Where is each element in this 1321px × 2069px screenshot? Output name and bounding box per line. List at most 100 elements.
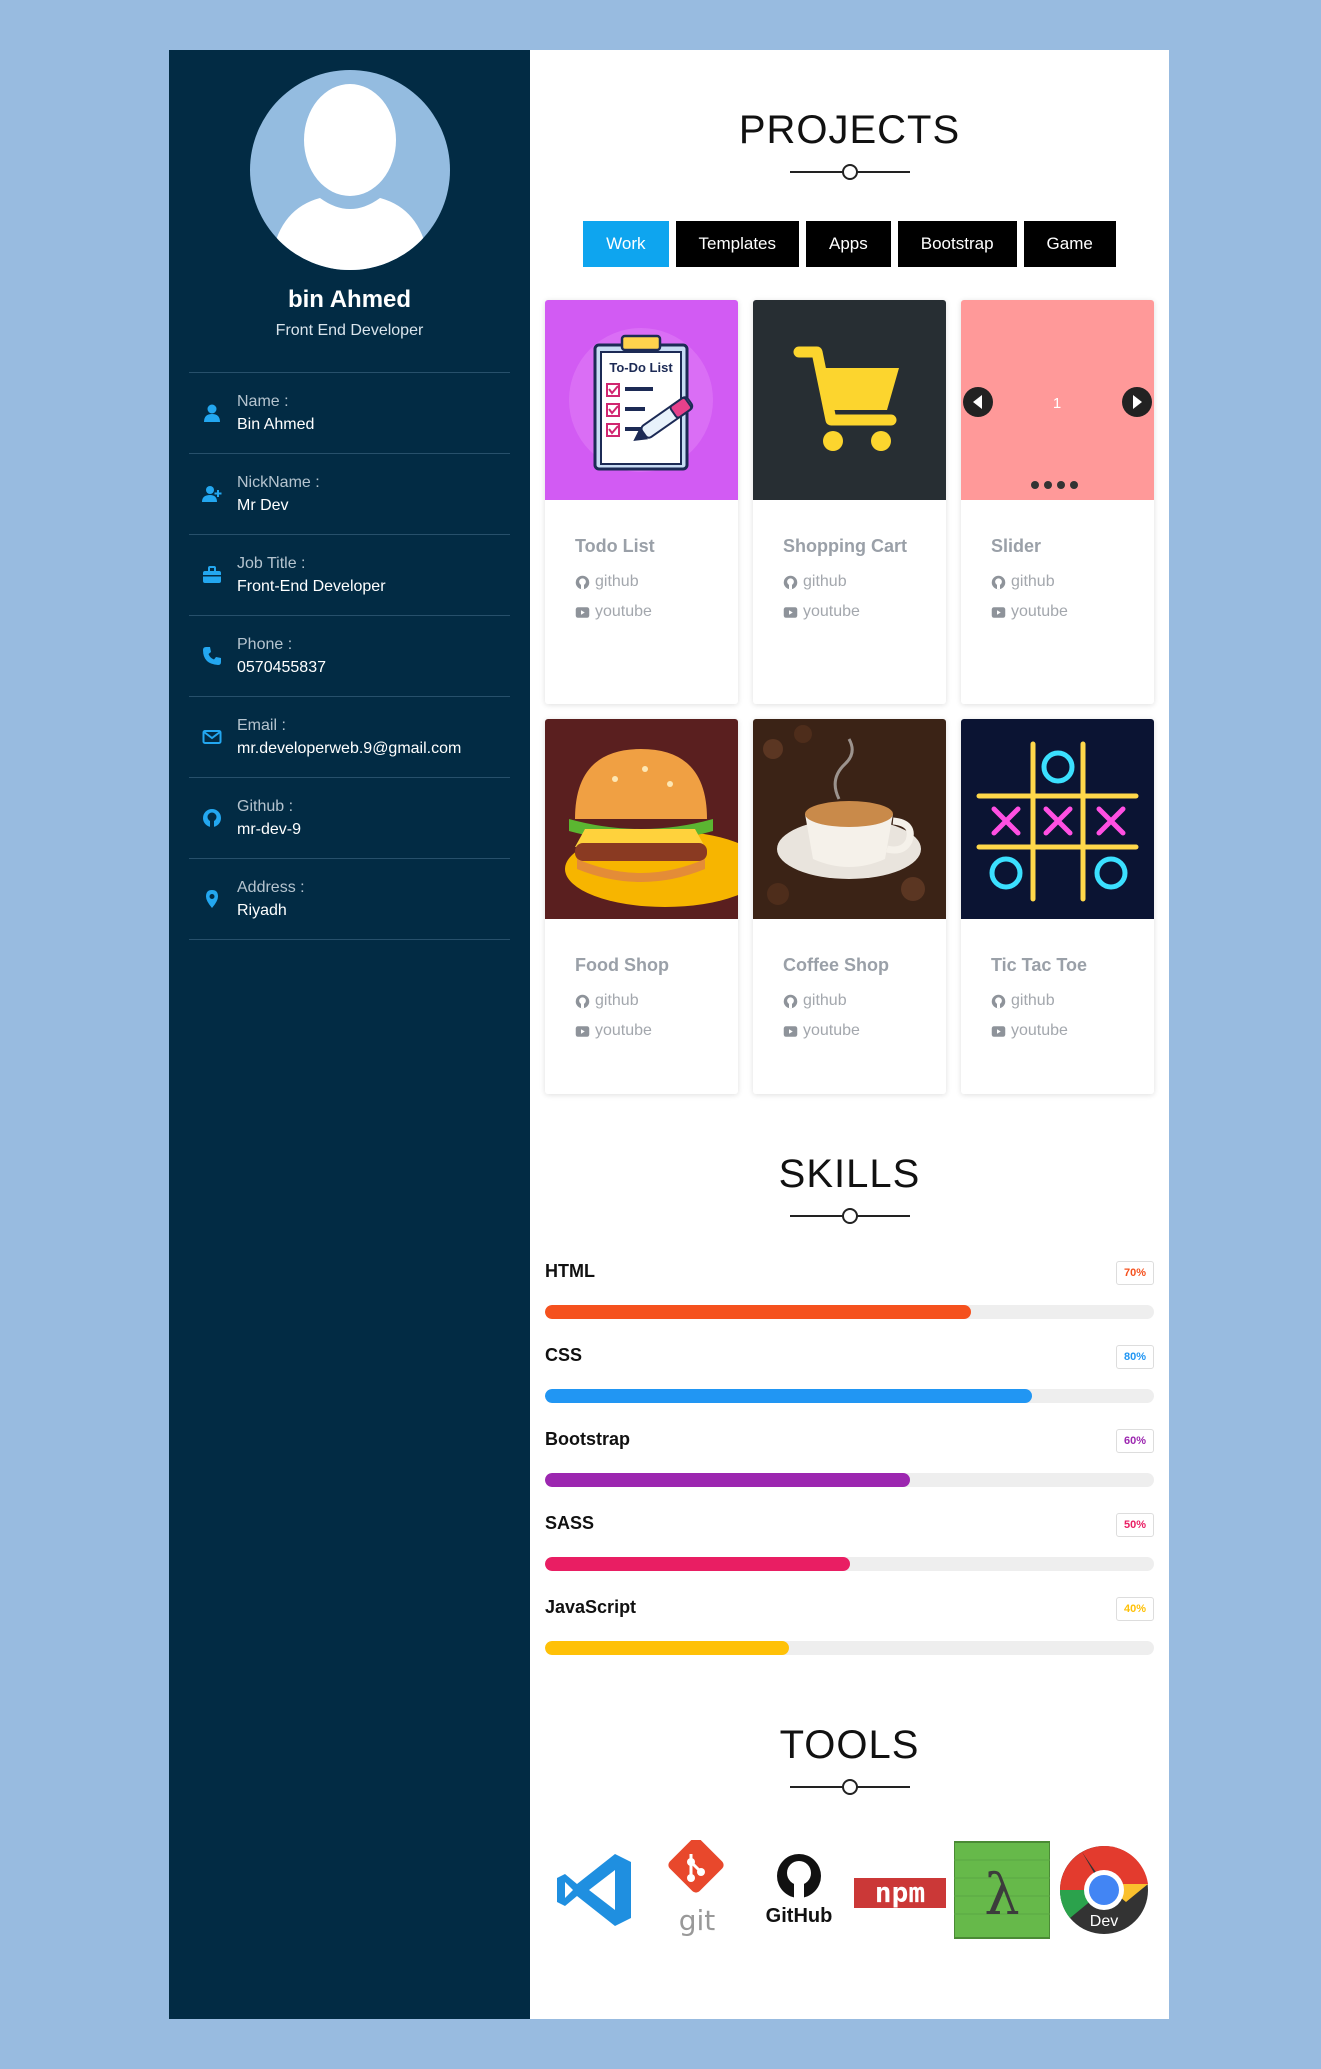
- youtube-link[interactable]: youtube: [575, 603, 708, 621]
- filter-bootstrap-button[interactable]: Bootstrap: [897, 221, 1017, 267]
- todo-list-thumbnail: To-Do List: [545, 300, 738, 500]
- project-card-coffee-shop[interactable]: Coffee Shop github youtube: [753, 719, 946, 1094]
- briefcase-icon: [201, 564, 223, 586]
- projects-title: PROJECTS: [738, 108, 961, 152]
- project-title: Food Shop: [575, 955, 669, 975]
- shopping-cart-thumbnail: [753, 300, 946, 500]
- info-item-github: Github : mr-dev-9: [189, 778, 510, 859]
- filter-templates-button[interactable]: Templates: [675, 221, 800, 267]
- github-link[interactable]: github: [783, 992, 916, 1010]
- project-title: Tic Tac Toe: [991, 955, 1088, 975]
- info-label: Github :: [237, 797, 294, 815]
- section-divider: [789, 1778, 910, 1796]
- project-filters: Work Templates Apps Bootstrap Game: [545, 221, 1154, 267]
- skill-sass: SASS 50%: [545, 1507, 1154, 1591]
- github-icon: [991, 575, 1006, 589]
- skill-bootstrap: Bootstrap 60%: [545, 1423, 1154, 1507]
- github-icon: [991, 994, 1006, 1008]
- skills-title: SKILLS: [778, 1152, 921, 1196]
- github-link[interactable]: github: [783, 573, 916, 591]
- github-link[interactable]: github: [575, 573, 708, 591]
- skill-css: CSS 80%: [545, 1339, 1154, 1423]
- youtube-icon: [783, 606, 798, 618]
- github-logo-text: GitHub: [765, 1905, 832, 1927]
- project-title: Slider: [991, 536, 1042, 556]
- git-icon: git: [649, 1840, 745, 1940]
- info-label: Phone :: [237, 635, 293, 653]
- skill-progress-track: [545, 1641, 1154, 1655]
- youtube-icon: [575, 606, 590, 618]
- skill-name: Bootstrap: [545, 1429, 630, 1449]
- info-item-address: Address : Riyadh: [189, 859, 510, 940]
- info-label: Address :: [237, 878, 305, 896]
- project-card-todo[interactable]: To-Do List Todo List github youtube: [545, 300, 738, 704]
- tools-list: git GitHub npm λ Dev: [545, 1840, 1154, 1940]
- youtube-link[interactable]: youtube: [575, 1022, 708, 1040]
- info-value: mr-dev-9: [237, 820, 302, 838]
- skill-percent-badge: 80%: [1116, 1345, 1154, 1369]
- github-icon: [201, 807, 223, 829]
- slider-thumb-text: 1: [1053, 395, 1061, 412]
- slider-thumbnail: 1: [961, 300, 1154, 500]
- skill-progress-fill: [545, 1557, 850, 1571]
- vscode-icon: [547, 1840, 643, 1940]
- youtube-link[interactable]: youtube: [991, 1022, 1124, 1040]
- skill-name: HTML: [545, 1261, 595, 1281]
- project-card-tic-tac-toe[interactable]: Tic Tac Toe github youtube: [961, 719, 1154, 1094]
- profile-role: Front End Developer: [275, 322, 424, 339]
- info-item-email: Email : mr.developerweb.9@gmail.com: [189, 697, 510, 778]
- coffee-shop-thumbnail: [753, 719, 946, 919]
- main-content: PROJECTS Work Templates Apps Bootstrap G…: [530, 50, 1169, 2019]
- github-logo-icon: GitHub: [751, 1840, 847, 1940]
- info-value: Mr Dev: [237, 496, 289, 514]
- github-link[interactable]: github: [991, 573, 1124, 591]
- github-icon: [783, 575, 798, 589]
- info-value: Front-End Developer: [237, 577, 386, 595]
- youtube-icon: [991, 606, 1006, 618]
- skill-name: CSS: [545, 1345, 583, 1365]
- git-icon-text: git: [679, 1904, 716, 1937]
- project-card-shopping-cart[interactable]: Shopping Cart github youtube: [753, 300, 946, 704]
- project-title: Todo List: [575, 536, 655, 556]
- tools-title: TOOLS: [779, 1723, 920, 1767]
- chrome-dev-icon-text: Dev: [1090, 1913, 1118, 1930]
- sidebar: bin Ahmed Front End Developer Name : Bin …: [169, 50, 530, 2019]
- skills-list: HTML 70% CSS 80% Bootstrap 60% SASS 50% …: [545, 1255, 1154, 1675]
- filter-game-button[interactable]: Game: [1023, 221, 1116, 267]
- project-card-slider[interactable]: 1 Slider github youtube: [961, 300, 1154, 704]
- skill-progress-track: [545, 1473, 1154, 1487]
- info-value: 0570455837: [237, 658, 326, 676]
- skill-javascript: JavaScript 40%: [545, 1591, 1154, 1675]
- info-list: Name : Bin Ahmed NickName : Mr Dev Job Tit…: [189, 372, 510, 940]
- avatar: [249, 70, 450, 270]
- todo-thumb-text: To-Do List: [609, 360, 673, 375]
- section-divider: [789, 163, 910, 181]
- youtube-link[interactable]: youtube: [991, 603, 1124, 621]
- skill-percent-badge: 40%: [1116, 1597, 1154, 1621]
- youtube-link[interactable]: youtube: [783, 1022, 916, 1040]
- github-link[interactable]: github: [575, 992, 708, 1010]
- filter-work-button[interactable]: Work: [583, 221, 669, 267]
- github-link[interactable]: github: [991, 992, 1124, 1010]
- phone-icon: [201, 645, 223, 667]
- skill-percent-badge: 50%: [1116, 1513, 1154, 1537]
- project-grid: To-Do List Todo List github youtube Shop…: [545, 300, 1154, 1094]
- info-item-nickname: NickName : Mr Dev: [189, 454, 510, 535]
- info-value: Bin Ahmed: [237, 415, 315, 433]
- tic-tac-toe-thumbnail: [961, 719, 1154, 919]
- food-shop-thumbnail: [545, 719, 738, 919]
- info-label: Name :: [237, 392, 289, 410]
- npm-icon-text: npm: [875, 1876, 926, 1909]
- youtube-link[interactable]: youtube: [783, 603, 916, 621]
- skill-progress-track: [545, 1557, 1154, 1571]
- profile-name: bin Ahmed: [287, 286, 412, 313]
- skill-progress-track: [545, 1389, 1154, 1403]
- section-divider: [789, 1207, 910, 1225]
- skill-name: JavaScript: [545, 1597, 637, 1617]
- info-label: NickName :: [237, 473, 320, 491]
- info-item-job-title: Job Title : Front-End Developer: [189, 535, 510, 616]
- filter-apps-button[interactable]: Apps: [806, 221, 891, 267]
- info-label: Email :: [237, 716, 286, 734]
- skill-progress-fill: [545, 1389, 1033, 1403]
- project-card-food-shop[interactable]: Food Shop github youtube: [545, 719, 738, 1094]
